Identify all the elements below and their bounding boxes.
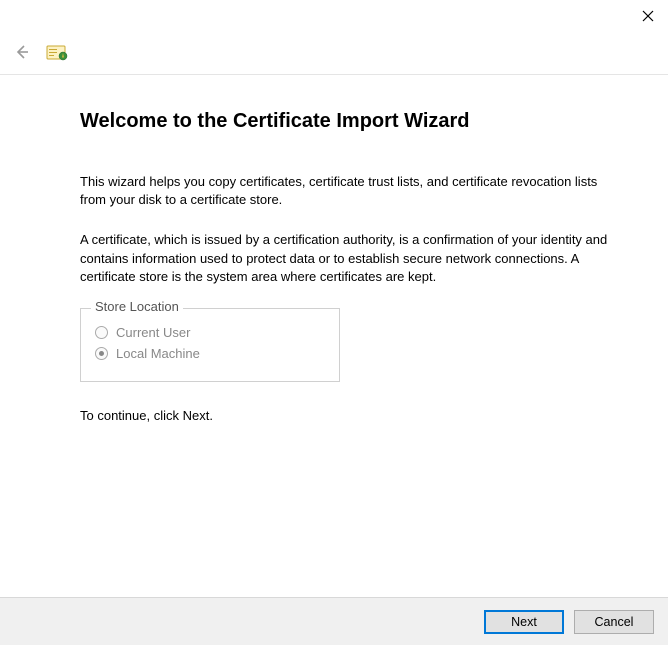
page-title: Welcome to the Certificate Import Wizard (80, 110, 608, 133)
wizard-header (0, 30, 668, 75)
wizard-footer: Next Cancel (0, 597, 668, 645)
radio-current-user[interactable]: Current User (95, 325, 325, 340)
continue-hint: To continue, click Next. (80, 408, 608, 423)
wizard-content: Welcome to the Certificate Import Wizard… (80, 110, 608, 423)
explanation-text: A certificate, which is issued by a cert… (80, 231, 608, 286)
radio-icon (95, 347, 108, 360)
certificate-icon (46, 43, 68, 61)
store-location-legend: Store Location (91, 299, 183, 314)
cancel-button[interactable]: Cancel (574, 610, 654, 634)
radio-icon (95, 326, 108, 339)
close-icon[interactable] (638, 6, 658, 26)
next-button[interactable]: Next (484, 610, 564, 634)
radio-label: Current User (116, 325, 190, 340)
radio-label: Local Machine (116, 346, 200, 361)
back-arrow-icon (12, 42, 32, 62)
radio-local-machine[interactable]: Local Machine (95, 346, 325, 361)
intro-text: This wizard helps you copy certificates,… (80, 173, 608, 209)
store-location-group: Store Location Current User Local Machin… (80, 308, 340, 382)
